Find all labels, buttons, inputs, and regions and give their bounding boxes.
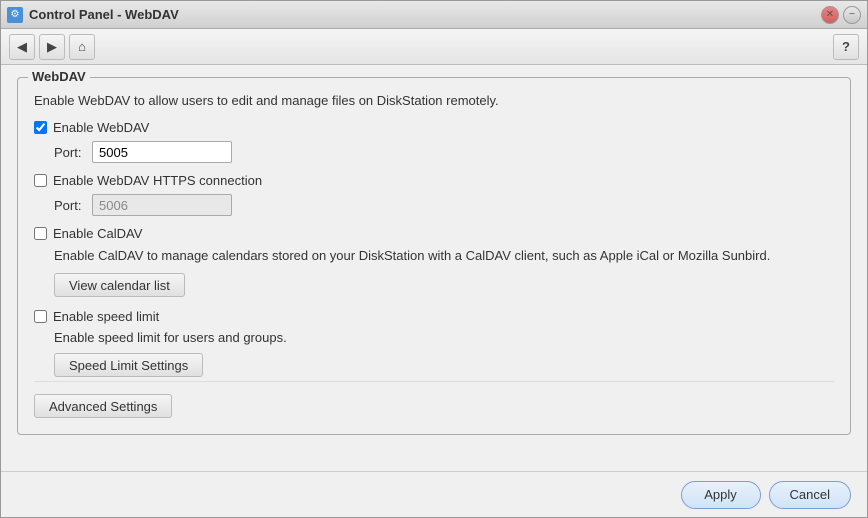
forward-button[interactable]: ▶ bbox=[39, 34, 65, 60]
enable-speed-label[interactable]: Enable speed limit bbox=[53, 309, 159, 324]
enable-https-checkbox[interactable] bbox=[34, 174, 47, 187]
https-port-label: Port: bbox=[54, 198, 84, 213]
webdav-port-row: Port: bbox=[54, 141, 834, 163]
home-button[interactable]: ⌂ bbox=[69, 34, 95, 60]
speed-button-row: Speed Limit Settings bbox=[54, 353, 834, 377]
webdav-description: Enable WebDAV to allow users to edit and… bbox=[34, 92, 834, 110]
enable-caldav-checkbox[interactable] bbox=[34, 227, 47, 240]
caldav-description: Enable CalDAV to manage calendars stored… bbox=[54, 247, 834, 265]
cancel-button[interactable]: Cancel bbox=[769, 481, 851, 509]
separator bbox=[34, 381, 834, 382]
speed-description: Enable speed limit for users and groups. bbox=[54, 330, 834, 345]
webdav-groupbox: WebDAV Enable WebDAV to allow users to e… bbox=[17, 77, 851, 435]
webdav-port-input[interactable] bbox=[92, 141, 232, 163]
view-calendar-button[interactable]: View calendar list bbox=[54, 273, 185, 297]
minimize-button[interactable]: − bbox=[843, 6, 861, 24]
enable-caldav-label[interactable]: Enable CalDAV bbox=[53, 226, 142, 241]
enable-webdav-label[interactable]: Enable WebDAV bbox=[53, 120, 149, 135]
help-button[interactable]: ? bbox=[833, 34, 859, 60]
enable-speed-checkbox[interactable] bbox=[34, 310, 47, 323]
close-button[interactable]: ✕ bbox=[821, 6, 839, 24]
webdav-port-label: Port: bbox=[54, 145, 84, 160]
toolbar: ◀ ▶ ⌂ ? bbox=[1, 29, 867, 65]
enable-webdav-row: Enable WebDAV bbox=[34, 120, 834, 135]
window-title: Control Panel - WebDAV bbox=[29, 7, 815, 22]
main-window: ⚙ Control Panel - WebDAV ✕ − ◀ ▶ ⌂ ? Web… bbox=[0, 0, 868, 518]
advanced-row: Advanced Settings bbox=[34, 394, 834, 418]
window-icon: ⚙ bbox=[7, 7, 23, 23]
enable-https-label[interactable]: Enable WebDAV HTTPS connection bbox=[53, 173, 262, 188]
speed-limit-button[interactable]: Speed Limit Settings bbox=[54, 353, 203, 377]
titlebar-buttons: ✕ − bbox=[821, 6, 861, 24]
enable-caldav-row: Enable CalDAV bbox=[34, 226, 834, 241]
content-area: WebDAV Enable WebDAV to allow users to e… bbox=[1, 65, 867, 471]
apply-button[interactable]: Apply bbox=[681, 481, 761, 509]
enable-https-row: Enable WebDAV HTTPS connection bbox=[34, 173, 834, 188]
footer: Apply Cancel bbox=[1, 471, 867, 517]
caldav-button-row: View calendar list bbox=[54, 273, 834, 297]
enable-webdav-checkbox[interactable] bbox=[34, 121, 47, 134]
back-button[interactable]: ◀ bbox=[9, 34, 35, 60]
titlebar: ⚙ Control Panel - WebDAV ✕ − bbox=[1, 1, 867, 29]
https-port-input[interactable] bbox=[92, 194, 232, 216]
https-port-row: Port: bbox=[54, 194, 834, 216]
enable-speed-row: Enable speed limit bbox=[34, 309, 834, 324]
advanced-settings-button[interactable]: Advanced Settings bbox=[34, 394, 172, 418]
groupbox-legend: WebDAV bbox=[28, 69, 90, 84]
